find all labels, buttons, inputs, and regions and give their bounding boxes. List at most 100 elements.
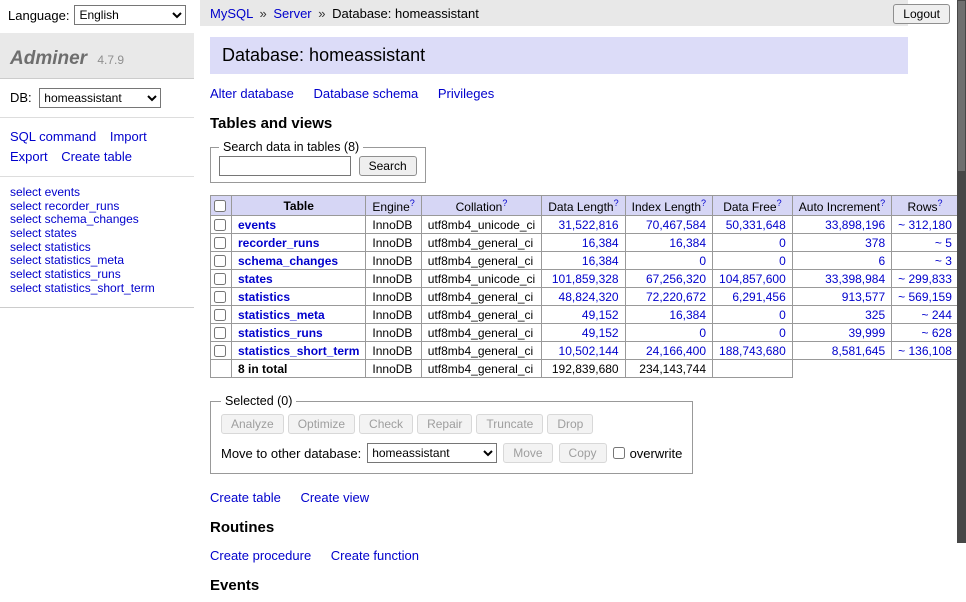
data-length-link[interactable]: 48,824,320 [559,290,619,304]
language-select[interactable]: English [74,5,186,25]
drop-button[interactable]: Drop [547,414,593,434]
auto-increment-link[interactable]: 325 [865,308,885,322]
table-name-link[interactable]: statistics_meta [238,308,325,322]
search-input[interactable] [219,156,351,176]
table-name-link[interactable]: recorder_runs [238,236,319,250]
row-checkbox[interactable] [214,291,226,303]
index-length-link[interactable]: 0 [699,326,706,340]
breadcrumb-server-link[interactable]: Server [273,6,311,21]
create-function-link[interactable]: Create function [331,548,419,563]
column-help-link[interactable]: ? [614,200,619,214]
sidebar-select-table-link[interactable]: select events [10,185,184,199]
table-name-link[interactable]: statistics_runs [238,326,323,340]
breadcrumb-mysql-link[interactable]: MySQL [210,6,253,21]
sidebar-select-table-link[interactable]: select statistics_meta [10,254,184,268]
adminer-logo-link[interactable]: Adminer [10,48,87,69]
auto-increment-link[interactable]: 8,581,645 [832,344,885,358]
data-free-link[interactable]: 50,331,648 [726,218,786,232]
table-name-link[interactable]: statistics_short_term [238,344,359,358]
database-schema-link[interactable]: Database schema [313,86,418,101]
row-checkbox[interactable] [214,273,226,285]
window-scrollbar[interactable] [957,0,966,543]
repair-button[interactable]: Repair [417,414,472,434]
data-free-link[interactable]: 0 [779,326,786,340]
data-free-link[interactable]: 0 [779,236,786,250]
column-help-link[interactable]: ? [502,200,507,214]
index-length-link[interactable]: 72,220,672 [646,290,706,304]
auto-increment-link[interactable]: 39,999 [848,326,885,340]
column-help-link[interactable]: ? [701,200,706,214]
copy-button[interactable]: Copy [559,443,607,463]
index-length-link[interactable]: 24,166,400 [646,344,706,358]
sidebar-select-table-link[interactable]: select statistics [10,240,184,254]
row-checkbox[interactable] [214,327,226,339]
move-button[interactable]: Move [503,443,552,463]
column-help-link[interactable]: ? [880,200,885,214]
data-length-link[interactable]: 101,859,328 [552,272,619,286]
table-name-link[interactable]: schema_changes [238,254,338,268]
data-length-link[interactable]: 10,502,144 [559,344,619,358]
optimize-button[interactable]: Optimize [288,414,355,434]
data-free-link[interactable]: 188,743,680 [719,344,786,358]
sidebar-select-table-link[interactable]: select recorder_runs [10,199,184,213]
column-help-link[interactable]: ? [938,200,943,214]
row-checkbox[interactable] [214,219,226,231]
data-length-link[interactable]: 16,384 [582,236,619,250]
sidebar-select-table-link[interactable]: select statistics_short_term [10,281,184,295]
index-length-link[interactable]: 67,256,320 [646,272,706,286]
rows-count-link[interactable]: ~ 569,159 [898,290,952,304]
auto-increment-link[interactable]: 33,898,196 [825,218,885,232]
auto-increment-link[interactable]: 6 [878,254,885,268]
import-link[interactable]: Import [110,129,147,144]
data-free-link[interactable]: 6,291,456 [732,290,785,304]
privileges-link[interactable]: Privileges [438,86,494,101]
rows-count-link[interactable]: ~ 3 [935,254,952,268]
sidebar-select-table-link[interactable]: select states [10,226,184,240]
select-all-checkbox[interactable] [214,200,226,212]
index-length-link[interactable]: 16,384 [669,308,706,322]
create-procedure-link[interactable]: Create procedure [210,548,311,563]
table-name-link[interactable]: events [238,218,276,232]
index-length-link[interactable]: 0 [699,254,706,268]
data-length-link[interactable]: 49,152 [582,308,619,322]
rows-count-link[interactable]: ~ 244 [922,308,952,322]
auto-increment-link[interactable]: 913,577 [842,290,885,304]
create-table-link[interactable]: Create table [210,490,281,505]
row-checkbox[interactable] [214,237,226,249]
column-help-link[interactable]: ? [777,200,782,214]
data-length-link[interactable]: 31,522,816 [559,218,619,232]
sql-command-link[interactable]: SQL command [10,129,96,144]
data-free-link[interactable]: 0 [779,254,786,268]
rows-count-link[interactable]: ~ 136,108 [898,344,952,358]
rows-count-link[interactable]: ~ 628 [922,326,952,340]
index-length-link[interactable]: 70,467,584 [646,218,706,232]
data-free-link[interactable]: 104,857,600 [719,272,786,286]
rows-count-link[interactable]: ~ 312,180 [898,218,952,232]
sidebar-select-table-link[interactable]: select statistics_runs [10,268,184,282]
row-checkbox[interactable] [214,309,226,321]
sidebar-select-table-link[interactable]: select schema_changes [10,213,184,227]
data-free-link[interactable]: 0 [779,308,786,322]
row-checkbox[interactable] [214,255,226,267]
search-button[interactable]: Search [359,156,417,176]
index-length-link[interactable]: 16,384 [669,236,706,250]
auto-increment-link[interactable]: 33,398,984 [825,272,885,286]
table-name-link[interactable]: states [238,272,273,286]
sidebar-create-table-link[interactable]: Create table [61,149,132,164]
rows-count-link[interactable]: ~ 5 [935,236,952,250]
check-button[interactable]: Check [359,414,413,434]
overwrite-checkbox[interactable] [613,447,625,459]
create-view-link[interactable]: Create view [300,490,369,505]
rows-count-link[interactable]: ~ 299,833 [898,272,952,286]
table-name-link[interactable]: statistics [238,290,290,304]
auto-increment-link[interactable]: 378 [865,236,885,250]
analyze-button[interactable]: Analyze [221,414,284,434]
db-select[interactable]: homeassistant [39,88,161,108]
column-help-link[interactable]: ? [410,200,415,214]
alter-database-link[interactable]: Alter database [210,86,294,101]
row-checkbox[interactable] [214,345,226,357]
logout-button[interactable]: Logout [893,4,950,24]
data-length-link[interactable]: 49,152 [582,326,619,340]
export-link[interactable]: Export [10,149,48,164]
scrollbar-thumb[interactable] [958,1,965,171]
